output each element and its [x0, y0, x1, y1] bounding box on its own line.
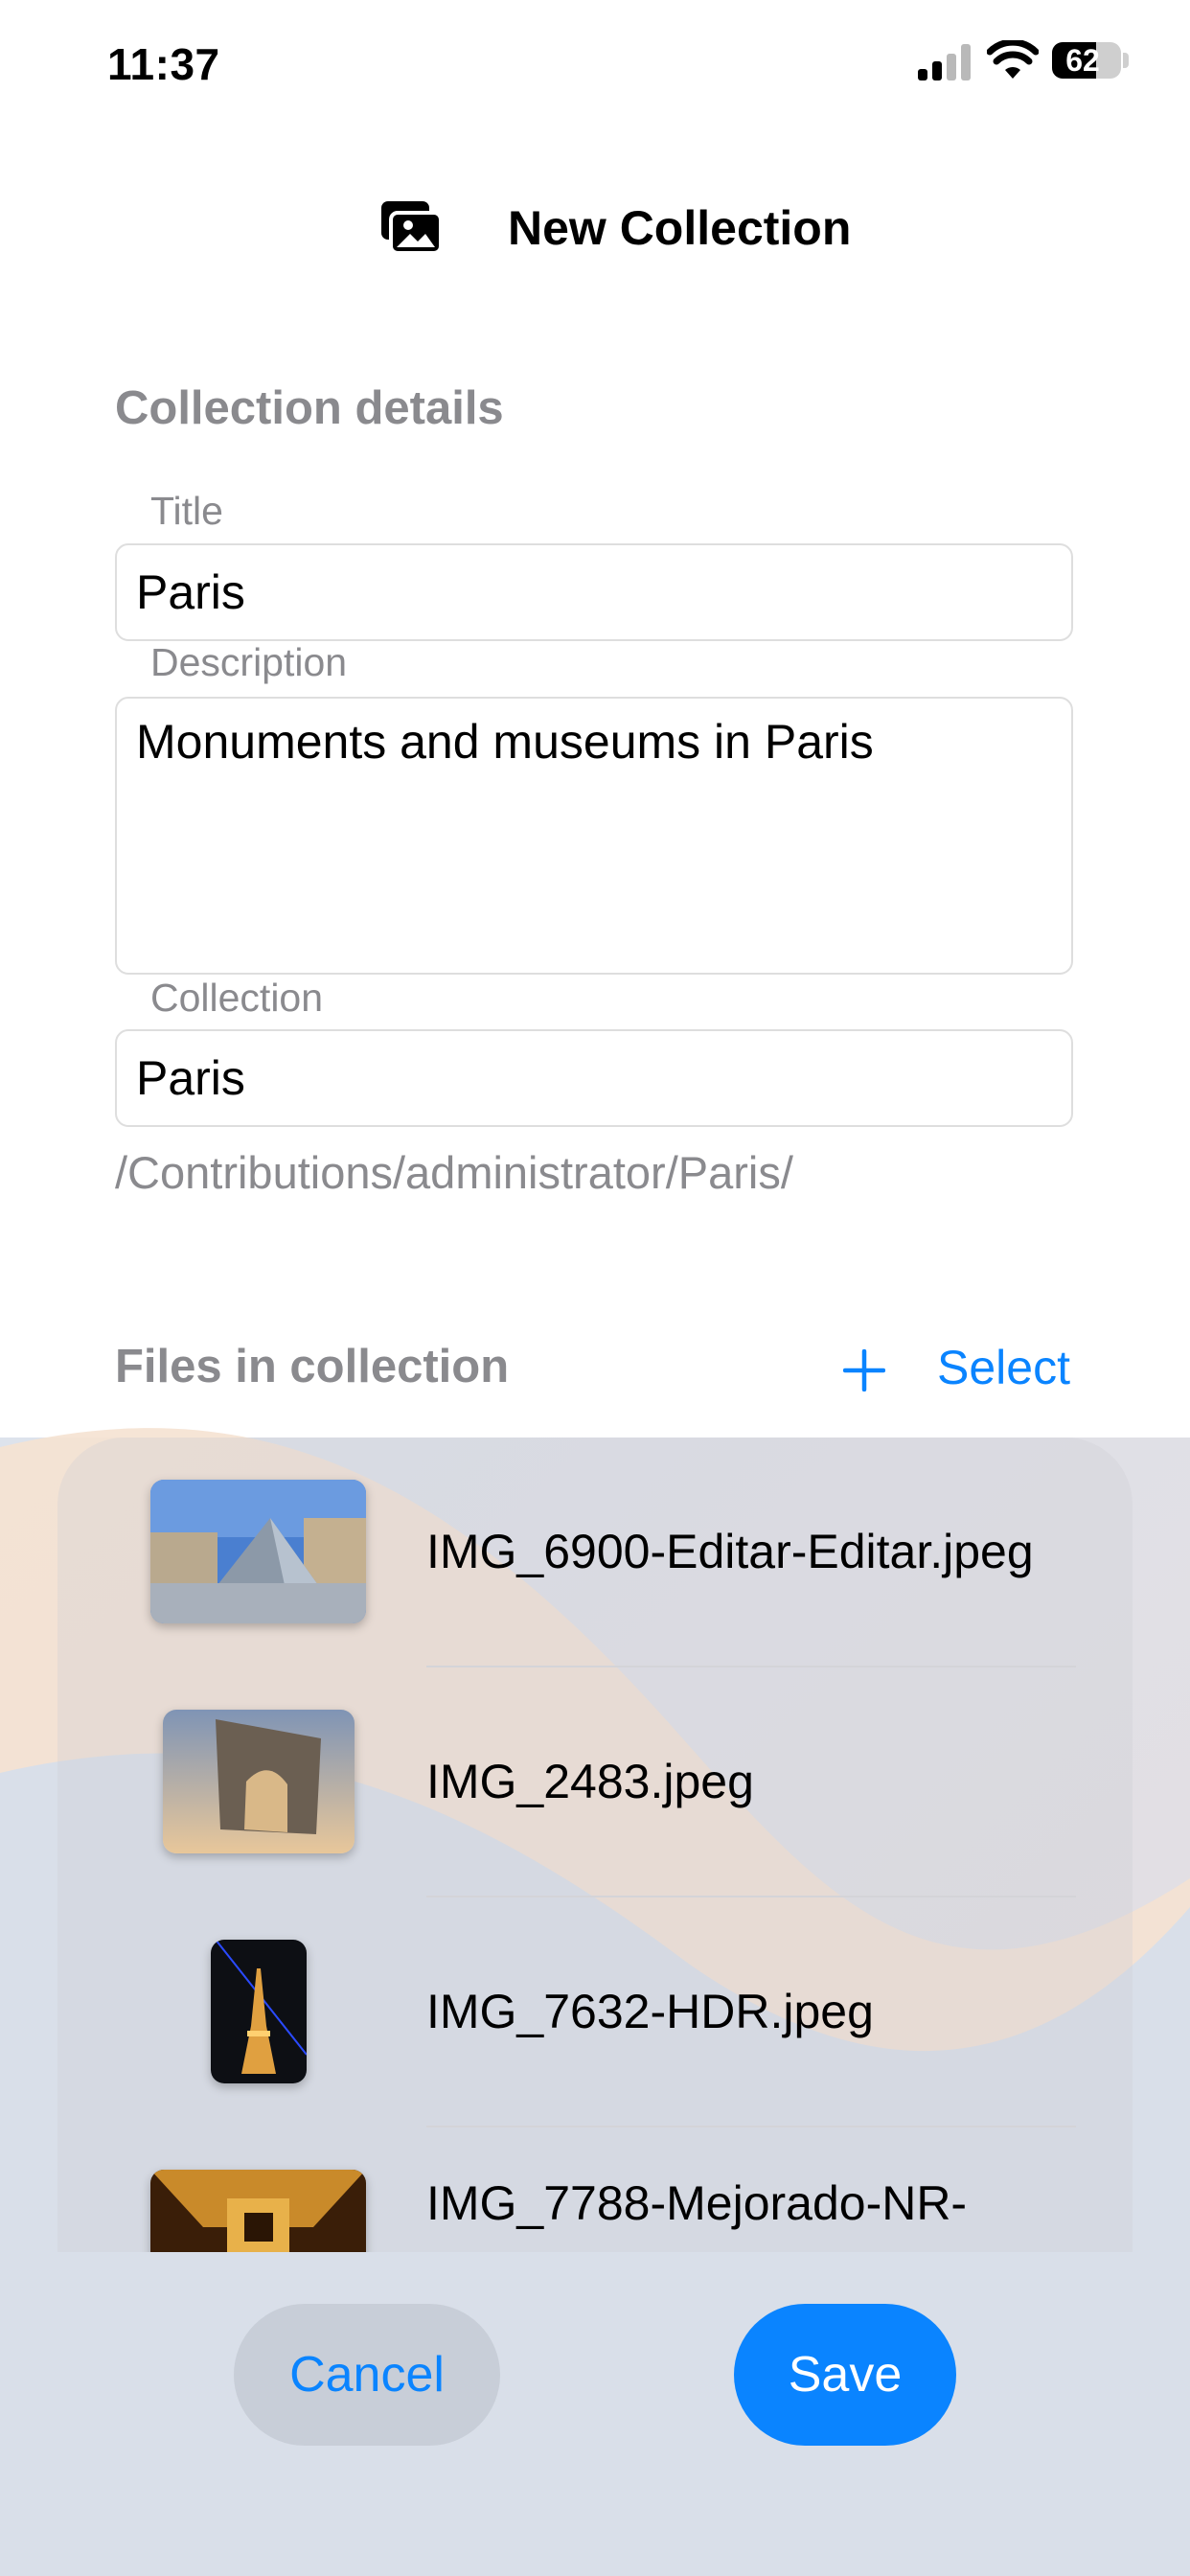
arc-de-triomphe-thumbnail [163, 1710, 355, 1853]
select-button[interactable]: Select [937, 1340, 1070, 1395]
save-button[interactable]: Save [734, 2304, 956, 2446]
file-name: IMG_7788-Mejorado-NR- [426, 2176, 968, 2230]
page-title: New Collection [508, 201, 852, 255]
eiffel-tower-structure-thumbnail [150, 2170, 366, 2252]
collection-label: Collection [150, 976, 324, 1020]
file-name: IMG_6900-Editar-Editar.jpeg [426, 1525, 1034, 1578]
status-time: 11:37 [107, 39, 220, 89]
battery-tip [1123, 53, 1129, 68]
eiffel-tower-night-thumbnail [211, 1940, 307, 2083]
cancel-button[interactable]: Cancel [234, 2304, 500, 2446]
cellular-signal-icon [918, 44, 972, 80]
collection-path: /Contributions/administrator/Paris/ [115, 1147, 793, 1198]
file-name: IMG_2483.jpeg [426, 1755, 754, 1808]
files-heading: Files in collection [115, 1341, 510, 1392]
file-name: IMG_7632-HDR.jpeg [426, 1985, 874, 2038]
file-row[interactable]: IMG_2483.jpeg [57, 1668, 1133, 1898]
plus-icon[interactable] [843, 1349, 885, 1392]
battery-icon: 62 [1052, 42, 1121, 79]
description-field[interactable]: Monuments and museums in Paris [115, 697, 1073, 975]
louvre-pyramid-thumbnail [150, 1480, 366, 1623]
battery-percent: 62 [1065, 43, 1100, 78]
photos-stack-icon [381, 201, 443, 255]
file-row[interactable]: IMG_6900-Editar-Editar.jpeg [57, 1438, 1133, 1668]
description-label: Description [150, 640, 348, 684]
file-row[interactable]: IMG_7788-Mejorado-NR- [57, 2128, 1133, 2252]
file-row[interactable]: IMG_7632-HDR.jpeg [57, 1898, 1133, 2128]
collection-details-heading: Collection details [115, 382, 504, 434]
file-list[interactable]: IMG_6900-Editar-Editar.jpeg IMG_2483.jpe… [57, 1438, 1133, 2252]
collection-field[interactable]: Paris [115, 1029, 1073, 1127]
title-label: Title [150, 489, 223, 533]
wifi-icon [987, 40, 1039, 79]
title-field[interactable]: Paris [115, 543, 1073, 641]
